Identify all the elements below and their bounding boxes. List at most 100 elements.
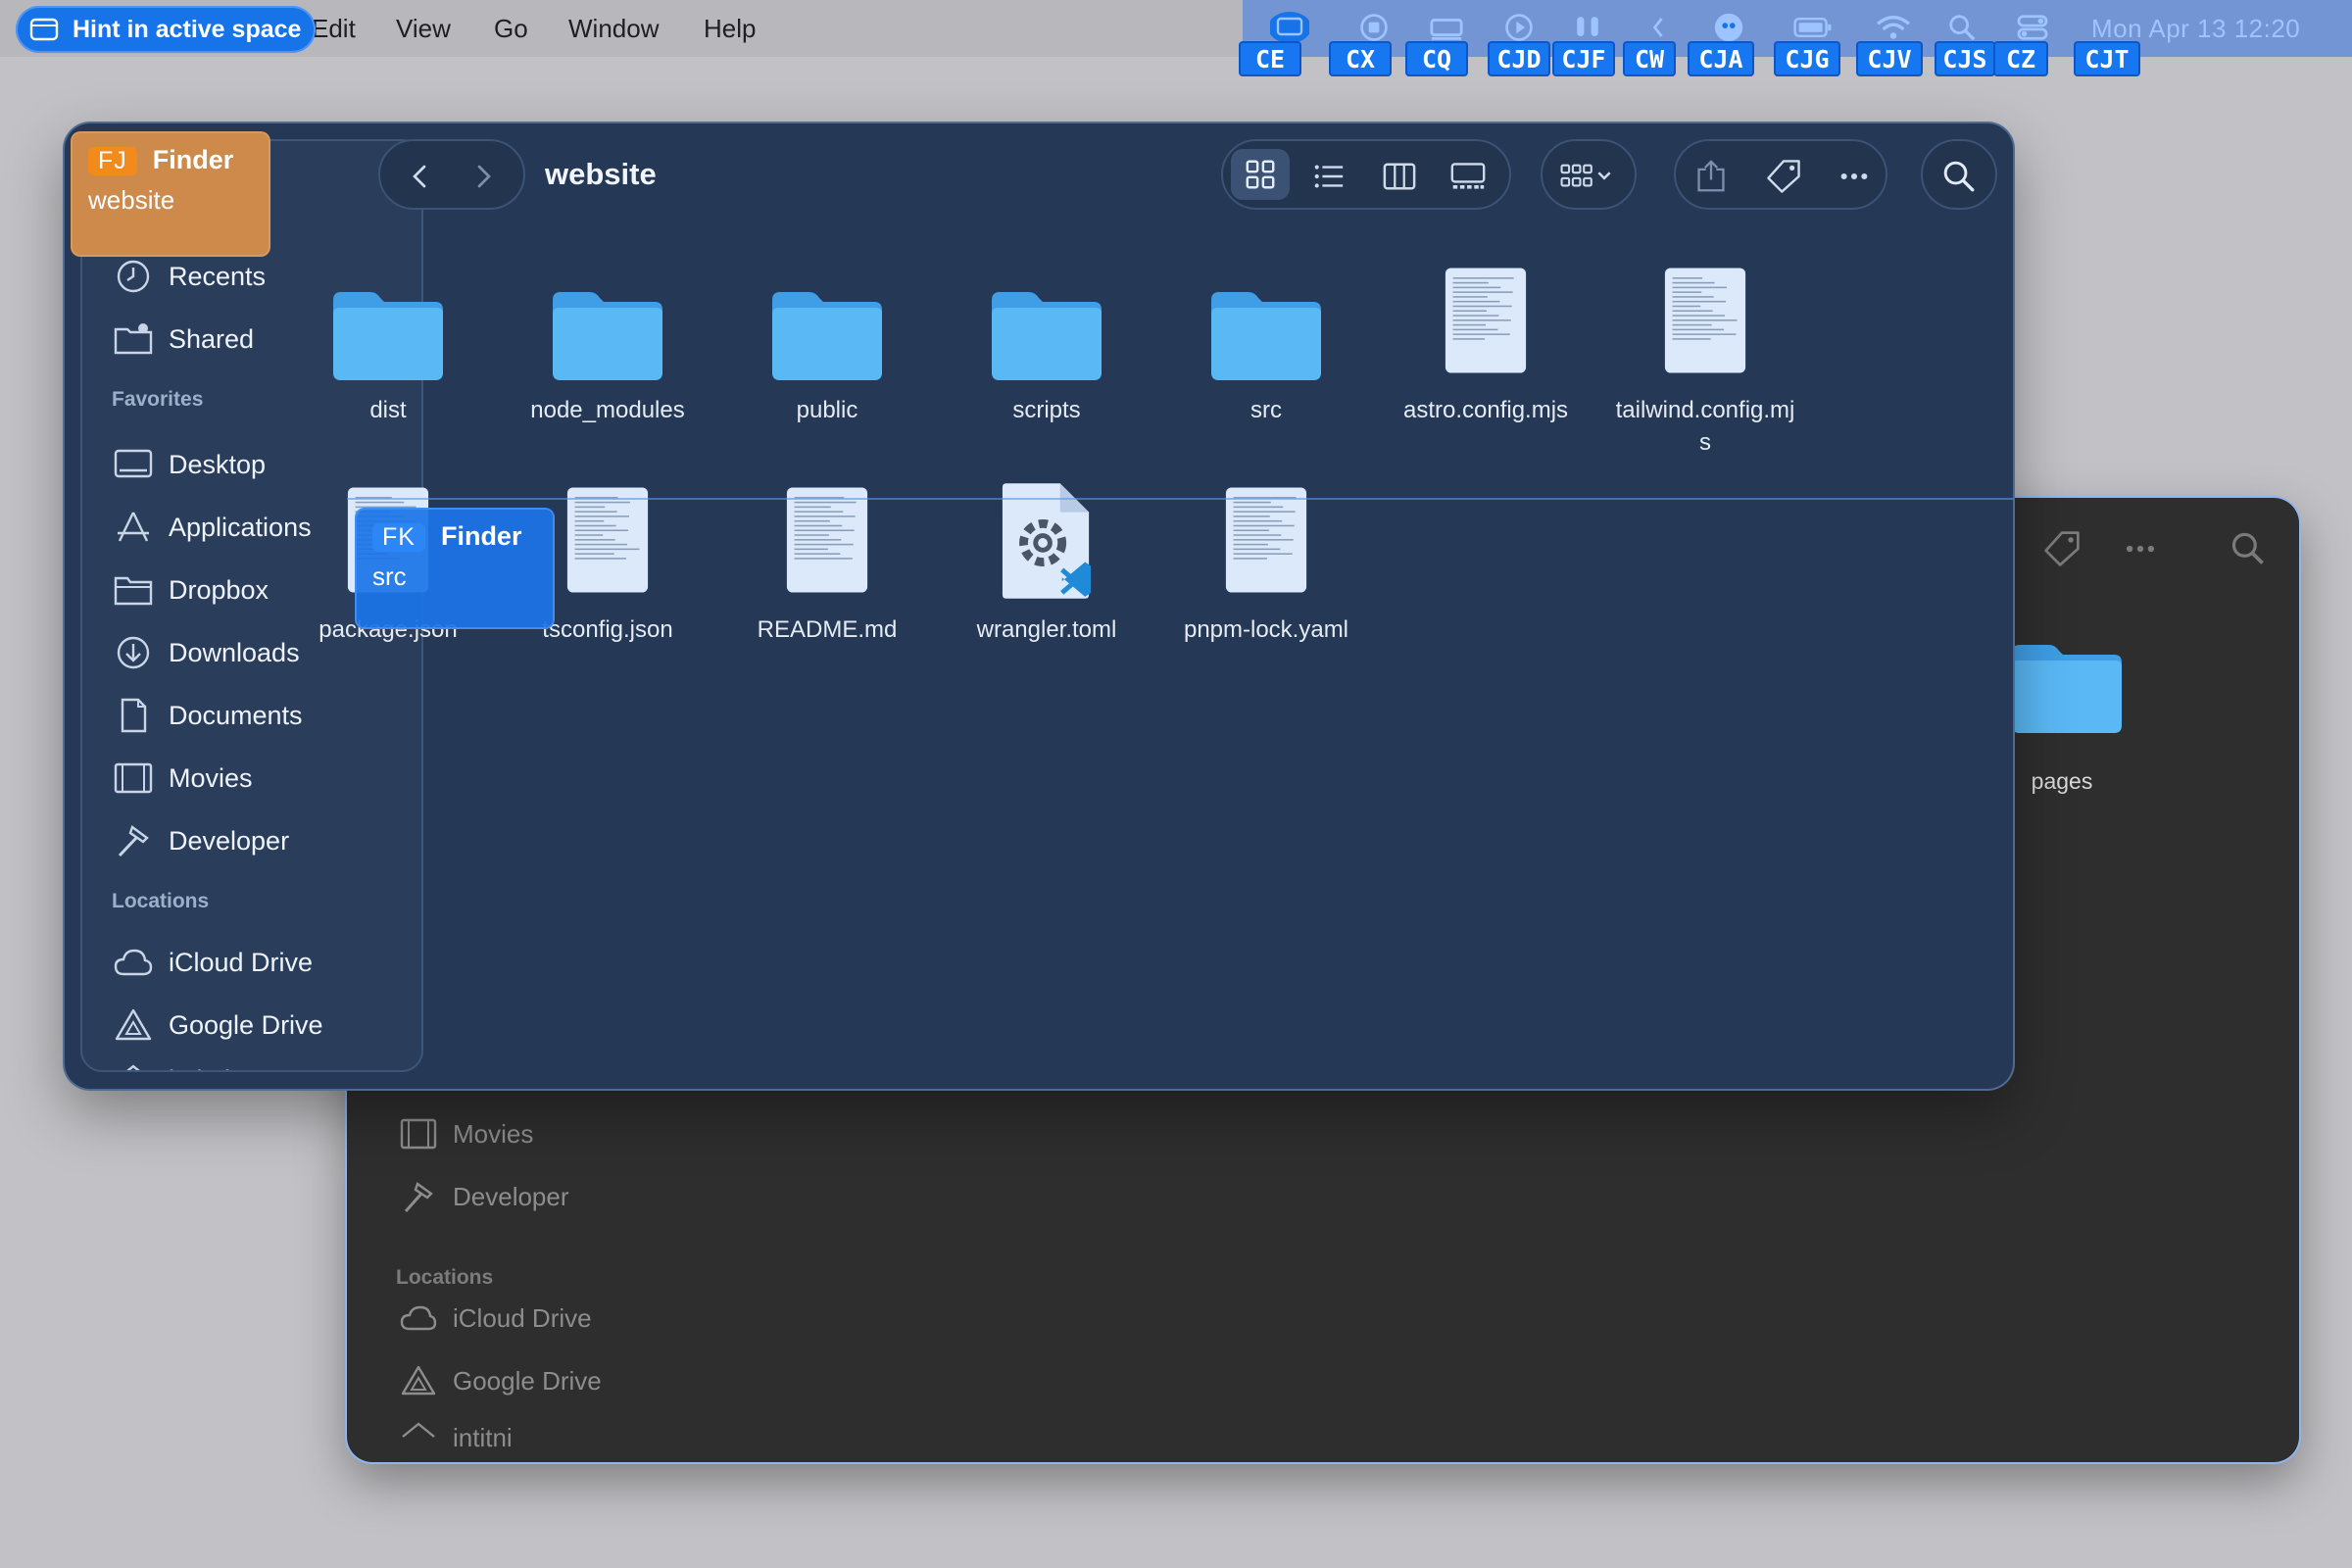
battery-icon[interactable] — [1793, 10, 1833, 45]
sidebar-item-documents[interactable]: Documents — [114, 698, 303, 733]
file-label: public — [796, 397, 858, 423]
sidebar-item-label: Recents — [169, 261, 267, 291]
sidebar-item-intitni[interactable]: intitni — [400, 1421, 513, 1454]
sidebar-item-label: Shared — [169, 323, 255, 354]
hint-badge-cjv[interactable]: CJV — [1856, 41, 1923, 76]
back-button[interactable] — [398, 155, 441, 198]
menu-bar: Edit View Go Window Help Hint in active … — [0, 0, 2352, 76]
document-icon — [565, 484, 650, 596]
hint-badge-cz[interactable]: CZ — [1993, 41, 2048, 76]
hint-badge-cjt[interactable]: CJT — [2074, 41, 2140, 76]
shared-folder-icon — [114, 323, 153, 355]
nav-button-group — [378, 139, 525, 210]
airpods-icon[interactable] — [1568, 10, 1607, 45]
folder-outline-icon — [114, 576, 153, 606]
sidebar-item-movies[interactable]: Movies — [400, 1117, 533, 1151]
share-button[interactable] — [1690, 155, 1733, 198]
hint-badge-cx[interactable]: CX — [1329, 41, 1392, 76]
sidebar-item-label: Developer — [169, 825, 290, 856]
sidebar-header-locations: Locations — [112, 890, 210, 912]
file-label: scripts — [1012, 397, 1081, 423]
hint-window-name: website — [88, 185, 175, 215]
sidebar-item-google-drive[interactable]: Google Drive — [114, 1007, 323, 1043]
tag-button[interactable] — [1762, 155, 1805, 198]
download-icon — [117, 636, 150, 669]
sidebar-item-google-drive[interactable]: Google Drive — [400, 1364, 602, 1397]
hint-app-name: Finder — [152, 145, 234, 174]
file-label-line: tailwind.config.mj — [1615, 397, 1795, 423]
hint-badge-cjg[interactable]: CJG — [1774, 41, 1840, 76]
document-icon — [1663, 265, 1747, 376]
screen-share-icon[interactable] — [1270, 10, 1309, 45]
file-label-line: s — [1699, 429, 1711, 456]
folder-icon — [988, 286, 1105, 384]
columns-icon — [1383, 163, 1416, 190]
wifi-icon[interactable] — [1874, 10, 1913, 45]
tag-icon[interactable] — [2042, 529, 2085, 572]
sidebar-item-dropbox[interactable]: Dropbox — [114, 572, 269, 608]
folder-icon — [329, 286, 447, 384]
hint-badge-cw[interactable]: CW — [1623, 41, 1676, 76]
group-by-button[interactable] — [1541, 139, 1637, 210]
menu-help[interactable]: Help — [704, 14, 756, 44]
control-center-icon[interactable] — [2013, 10, 2052, 45]
sidebar-item-label: Developer — [453, 1181, 569, 1211]
window-title: website — [545, 157, 657, 191]
menu-clock[interactable]: Mon Apr 13 12:20 — [2091, 14, 2300, 44]
sidebar-item-label: iCloud Drive — [169, 947, 314, 977]
more-icon[interactable] — [2121, 529, 2164, 572]
list-view-button[interactable] — [1307, 155, 1350, 198]
sidebar-item-label: Google Drive — [453, 1365, 602, 1396]
gallery-view-button[interactable] — [1446, 155, 1490, 198]
search-icon[interactable] — [2229, 529, 2272, 572]
column-view-button[interactable] — [1378, 155, 1421, 198]
sidebar-item-label: iCloud Drive — [453, 1302, 592, 1333]
hint-label-fj[interactable]: FJ Finder website — [73, 133, 269, 255]
bed-icon[interactable] — [1427, 10, 1466, 45]
sidebar-item-icloud[interactable]: iCloud Drive — [114, 945, 313, 980]
folder-icon[interactable] — [2008, 639, 2126, 737]
hint-badge-ce[interactable]: CE — [1239, 41, 1301, 76]
sidebar-item-shared[interactable]: Shared — [114, 321, 254, 357]
sidebar-item-recents[interactable]: Recents — [114, 259, 266, 294]
home-icon — [402, 1422, 435, 1438]
menu-view[interactable]: View — [396, 14, 451, 44]
hint-badge-cjf[interactable]: CJF — [1552, 41, 1615, 76]
sidebar-item-movies[interactable]: Movies — [114, 760, 253, 796]
sidebar-item-desktop[interactable]: Desktop — [114, 447, 266, 482]
hint-badge-cq[interactable]: CQ — [1405, 41, 1468, 76]
hint-code: FJ — [88, 147, 137, 175]
forward-button[interactable] — [463, 155, 506, 198]
sidebar-item-developer[interactable]: Developer — [400, 1180, 569, 1213]
hint-badge-cjs[interactable]: CJS — [1935, 41, 1995, 76]
menu-go[interactable]: Go — [494, 14, 528, 44]
more-button[interactable] — [1833, 155, 1876, 198]
hint-mode-pill[interactable]: Hint in active space — [16, 6, 316, 53]
grid-icon — [1246, 160, 1275, 189]
hint-app-name: Finder — [440, 521, 522, 551]
menu-window[interactable]: Window — [568, 14, 659, 44]
film-icon — [400, 1118, 437, 1150]
sidebar-item-developer[interactable]: Developer — [114, 823, 289, 858]
record-icon[interactable] — [1354, 10, 1394, 45]
menu-edit[interactable]: Edit — [312, 14, 356, 44]
clock-icon — [117, 260, 150, 293]
hint-label-fk[interactable]: FK Finder src — [357, 510, 553, 627]
play-circle-icon[interactable] — [1499, 10, 1539, 45]
chevron-left-icon[interactable] — [1639, 10, 1678, 45]
film-icon — [114, 762, 153, 794]
sidebar-item-applications[interactable]: Applications — [114, 510, 312, 545]
icon-view-button[interactable] — [1231, 149, 1290, 200]
hint-badge-cja[interactable]: CJA — [1688, 41, 1754, 76]
search-button[interactable] — [1921, 139, 1997, 210]
cloud-icon — [114, 949, 153, 976]
hint-badge-cjd[interactable]: CJD — [1488, 41, 1550, 76]
file-label: src — [1250, 397, 1282, 423]
sidebar-item-intitni[interactable]: intitni — [114, 1062, 230, 1070]
document-icon — [121, 698, 147, 733]
document-icon — [785, 484, 869, 596]
sidebar-item-icloud[interactable]: iCloud Drive — [400, 1301, 592, 1335]
copilot-icon[interactable] — [1709, 10, 1748, 45]
spotlight-search-icon[interactable] — [1942, 10, 1982, 45]
folder-icon — [768, 286, 886, 384]
